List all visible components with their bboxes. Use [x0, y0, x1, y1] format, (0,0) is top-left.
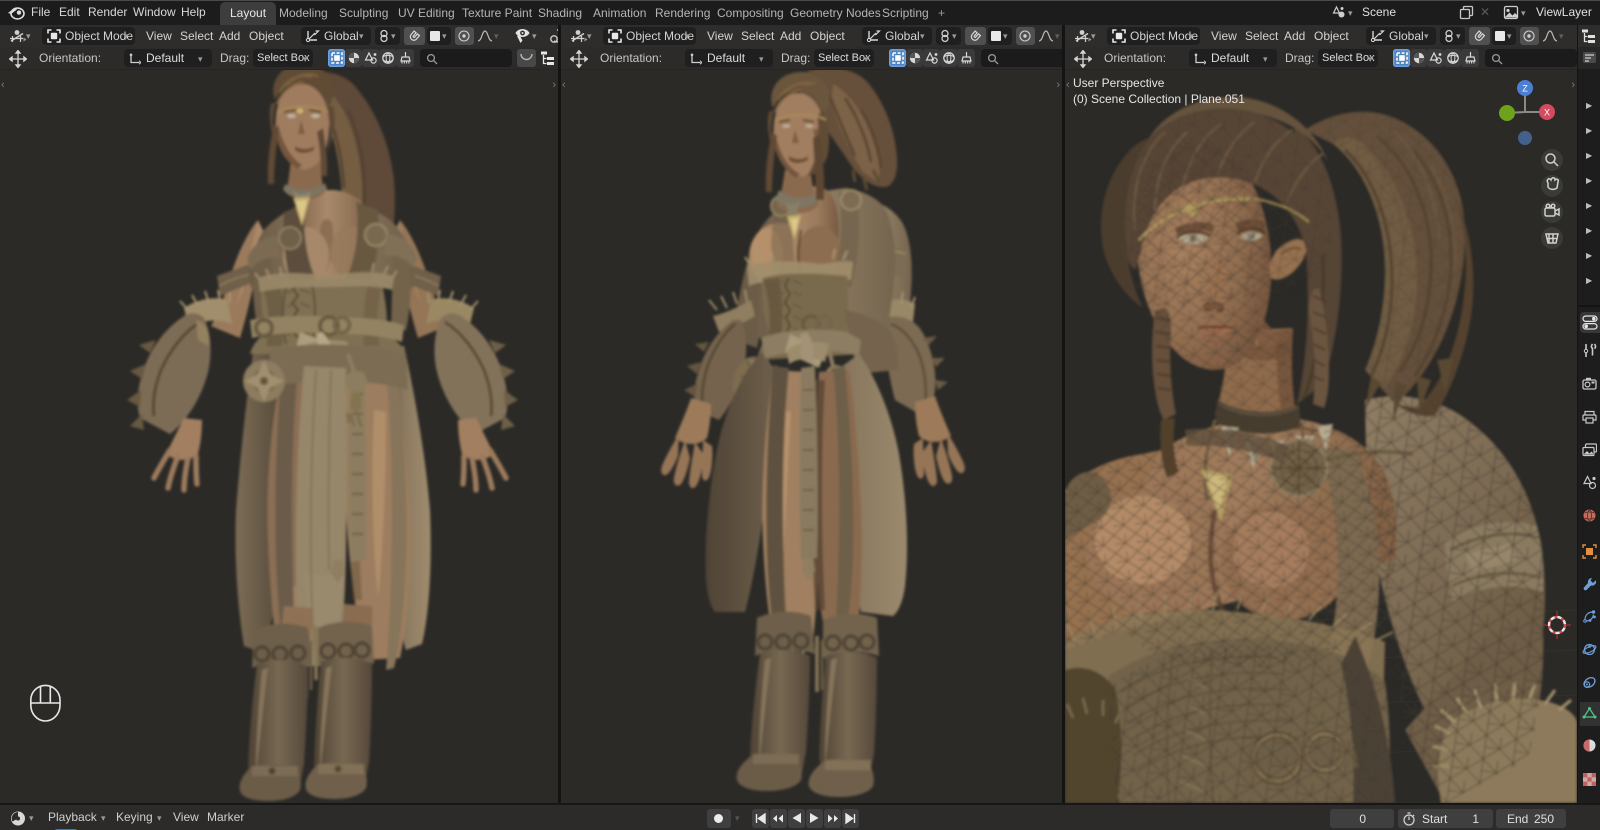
- svg-text:Z: Z: [1522, 84, 1528, 94]
- svg-text:X: X: [1544, 108, 1550, 118]
- svg-text:User Perspective: User Perspective: [1073, 76, 1165, 90]
- svg-text:(0) Scene Collection | Plane.0: (0) Scene Collection | Plane.051: [1073, 92, 1245, 106]
